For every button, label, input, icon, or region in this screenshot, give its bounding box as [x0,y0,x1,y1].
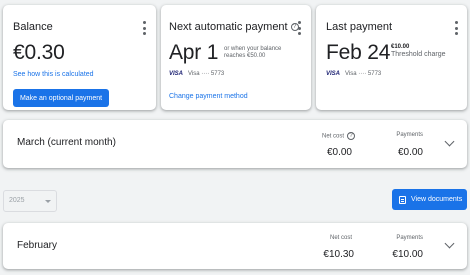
current-month-net-cost-value: €0.00 [326,147,352,158]
balance-card: Balance €0.30 See how this is calculated… [3,5,156,110]
help-icon[interactable]: ? [347,132,355,140]
next-payment-more-menu-icon[interactable] [297,21,301,35]
next-payment-title-text: Next automatic payment [169,21,288,33]
next-payment-title: Next automatic payment? [169,21,299,33]
last-payment-card: Last payment Feb 24 €10.00 Threshold cha… [316,5,467,110]
document-icon [399,195,406,204]
last-payment-card-row: VISA Visa ···· 5773 [326,71,381,77]
chevron-down-icon[interactable] [444,238,455,249]
february-payments-label: Payments [396,235,423,241]
visa-logo-icon: VISA [326,71,341,77]
february-label: February [17,240,58,251]
current-month-payments-value: €0.00 [397,147,423,158]
last-payment-detail: €10.00 Threshold charge [391,44,445,58]
view-documents-button[interactable]: View documents [392,189,467,210]
balance-more-menu-icon[interactable] [142,21,146,35]
february-net-cost-label: Net cost [329,235,352,241]
last-payment-amount: €10.00 [391,44,410,50]
february-payments-value: €10.00 [392,249,423,260]
next-payment-note: or when your balance reaches €50.00 [224,46,281,60]
next-payment-card-row: VISA Visa ···· 5773 [169,71,224,77]
how-calculated-link[interactable]: See how this is calculated [13,71,94,78]
current-month-label: March (current month) [17,137,116,148]
last-payment-title: Last payment [326,21,393,33]
change-payment-method-link[interactable]: Change payment method [169,93,248,100]
february-row[interactable]: February Net cost €10.30 Payments €10.00 [3,223,467,269]
next-payment-card: Next automatic payment? Apr 1 or when yo… [161,5,311,110]
february-net-cost-value: €10.30 [323,249,354,260]
select-arrow-icon [45,200,51,203]
balance-title: Balance [13,21,53,33]
view-documents-label: View documents [411,196,463,203]
chevron-down-icon[interactable] [444,136,455,147]
last-payment-card-label: Visa ···· 5773 [345,71,382,77]
net-cost-label-text: Net cost [321,133,344,140]
last-payment-more-menu-icon[interactable] [454,21,458,35]
year-select-value: 2025 [9,197,25,204]
make-payment-button[interactable]: Make an optional payment [13,89,109,107]
current-month-net-cost-label: Net cost? [322,132,355,140]
current-month-row[interactable]: March (current month) Net cost? €0.00 Pa… [3,120,467,168]
next-payment-card-label: Visa ···· 5773 [188,71,225,77]
next-payment-note-line1: or when your balance [224,46,282,52]
next-payment-date: Apr 1 [169,41,219,64]
current-month-payments-label: Payments [396,132,423,138]
last-payment-date: Feb 24 [326,41,391,64]
next-payment-note-line2: reaches €50.00 [224,53,266,59]
year-select[interactable]: 2025 [3,190,57,212]
visa-logo-icon: VISA [169,71,184,77]
last-payment-description: Threshold charge [391,51,446,58]
balance-amount: €0.30 [13,41,65,64]
